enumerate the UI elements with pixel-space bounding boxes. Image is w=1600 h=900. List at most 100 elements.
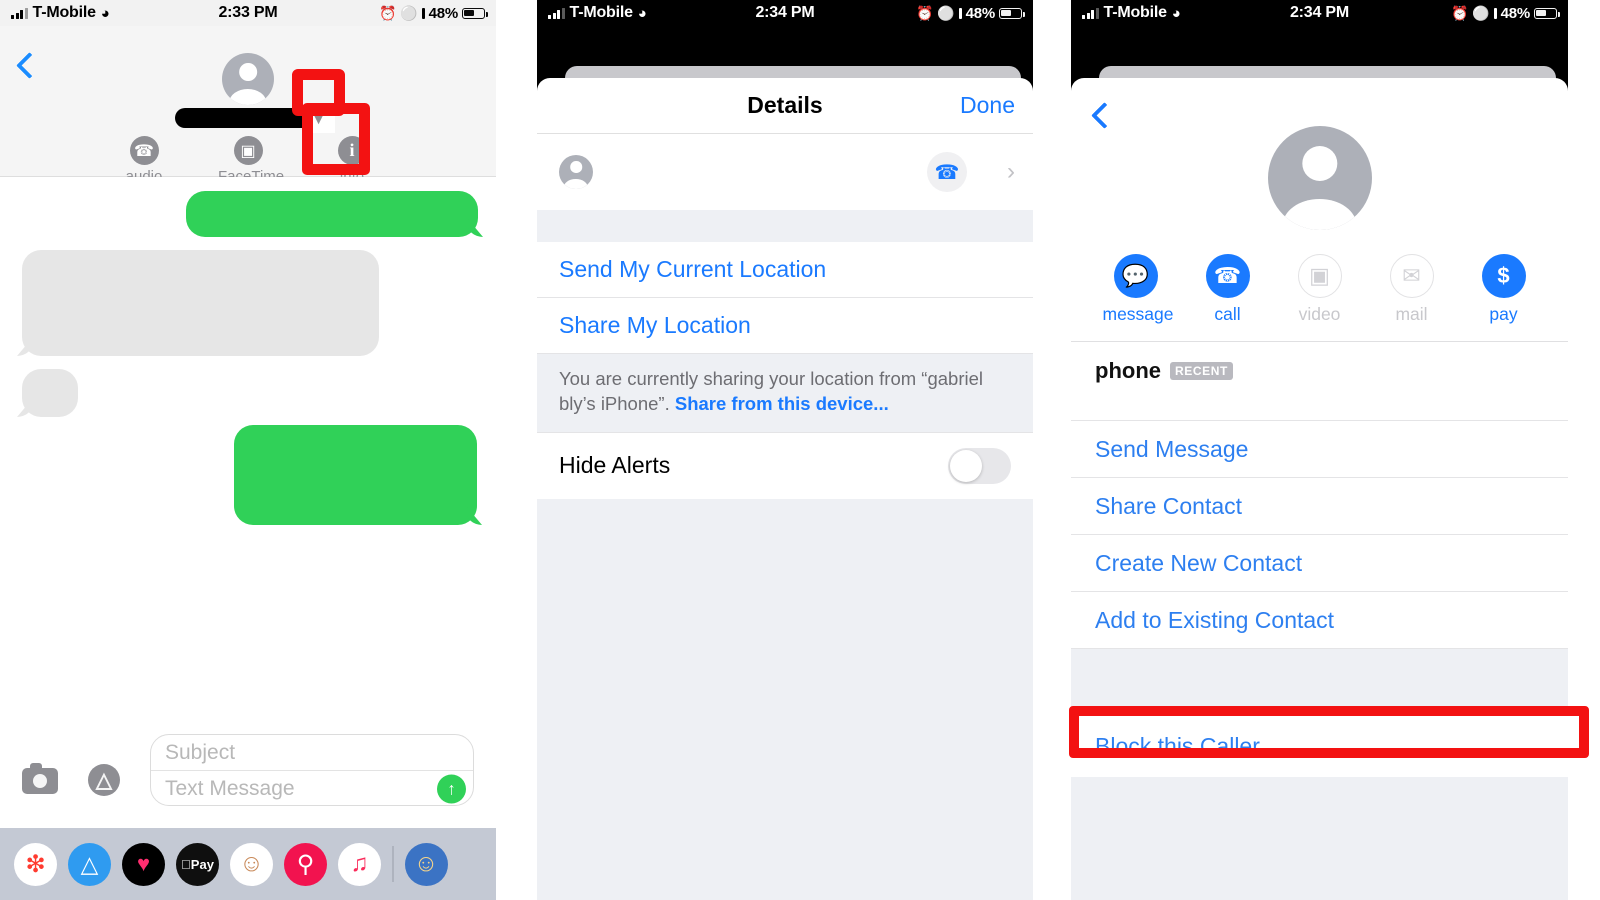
conversation-header: ▼ ☎ audio ▣ FaceTime i info (0, 26, 496, 185)
cellular-signal-icon (548, 7, 565, 19)
details-sheet: Details Done ☎ › Send My Current Locatio… (537, 78, 1033, 900)
quick-action-mail: ✉ mail (1379, 254, 1445, 325)
app-store-app-icon[interactable]: △ (68, 842, 111, 886)
phone-field-label: phone (1095, 358, 1161, 383)
phone-number-value (1095, 384, 1544, 410)
message-bubble-outgoing[interactable] (234, 425, 477, 525)
section-gap (1071, 649, 1568, 715)
audio-level-icon (1493, 7, 1497, 19)
photos-app-icon[interactable]: ❇ (14, 842, 57, 886)
alarm-clock-icon: ⏰ (1451, 5, 1469, 21)
text-message-input[interactable]: Text Message ↑ (151, 771, 473, 806)
message-bubble-incoming[interactable] (22, 369, 78, 417)
status-bar: T-Mobile ◕ 2:33 PM ⏰ ⚪ 48% (0, 0, 496, 26)
wifi-icon: ◕ (100, 4, 110, 22)
phone-panel-messages: T-Mobile ◕ 2:33 PM ⏰ ⚪ 48% ▼ ☎ audio (0, 0, 496, 900)
image-search-app-icon[interactable]: ⚲ (284, 842, 327, 886)
app-drawer-dock[interactable]: ❇ △ ♥ Pay ☺ ⚲ ♫ ☺ (0, 828, 496, 900)
quick-action-row: 💬 message ☎ call ▣ video ✉ mail $ pay (1071, 254, 1568, 342)
send-my-current-location[interactable]: Send My Current Location (537, 242, 1033, 298)
camera-icon[interactable] (22, 763, 58, 794)
done-button[interactable]: Done (960, 92, 1015, 119)
details-navbar: Details Done (537, 78, 1033, 134)
subject-input[interactable]: Subject (151, 735, 473, 771)
message-bubble-outgoing[interactable] (186, 191, 478, 237)
phone-icon: ☎ (129, 136, 159, 165)
contact-name-redacted (175, 108, 320, 128)
quick-action-video-label: video (1298, 304, 1341, 324)
phone-panel-contact-info: T-Mobile ◕ 2:34 PM ⏰ ⚪ 48% 💬 message ☎ c… (1071, 0, 1568, 900)
info-icon: i (337, 136, 367, 165)
phone-panel-details: T-Mobile ◕ 2:34 PM ⏰ ⚪ 48% Details Done (537, 0, 1033, 900)
avatar-app-icon[interactable]: ☺ (404, 842, 448, 886)
status-badge: RECENT (1170, 362, 1233, 380)
phone-icon[interactable]: ☎ (927, 152, 967, 192)
dock-divider (392, 846, 394, 882)
audio-level-icon (958, 7, 962, 19)
carrier-label: T-Mobile (569, 4, 633, 21)
cellular-signal-icon (1082, 7, 1099, 19)
quick-action-pay[interactable]: $ pay (1471, 254, 1537, 325)
sheet-filler (537, 498, 1033, 900)
chevron-right-icon[interactable]: › (1007, 158, 1015, 186)
headphones-icon: ⚪ (1472, 5, 1490, 21)
audio-level-icon (421, 7, 425, 19)
message-bubble-incoming[interactable] (22, 250, 379, 356)
location-sharing-note: You are currently sharing your location … (537, 354, 1033, 433)
contact-info-sheet: 💬 message ☎ call ▣ video ✉ mail $ pay ph… (1071, 78, 1568, 900)
memoji-app-icon[interactable]: ☺ (230, 842, 273, 886)
text-message-placeholder: Text Message (165, 776, 295, 800)
contact-avatar-icon (559, 155, 593, 189)
block-this-caller[interactable]: Block this Caller (1071, 715, 1568, 777)
app-store-icon[interactable]: △ (88, 764, 120, 796)
music-heart-app-icon[interactable]: ♥ (122, 842, 165, 886)
quick-action-call-label: call (1214, 304, 1241, 324)
quick-action-pay-label: pay (1489, 304, 1518, 324)
section-gap (537, 210, 1033, 242)
battery-percent: 48% (428, 4, 459, 22)
contact-avatar-icon (1267, 126, 1372, 230)
sheet-backdrop: 💬 message ☎ call ▣ video ✉ mail $ pay ph… (1071, 26, 1568, 900)
envelope-icon: ✉ (1389, 254, 1434, 298)
apple-pay-app-icon[interactable]: Pay (176, 842, 219, 886)
dollar-sign-icon: $ (1481, 254, 1526, 298)
hide-alerts-label: Hide Alerts (559, 452, 671, 479)
chevron-down-icon[interactable]: ▼ (302, 104, 335, 133)
video-camera-icon: ▣ (1297, 254, 1342, 298)
quick-action-call[interactable]: ☎ call (1195, 254, 1261, 325)
carrier-label: T-Mobile (32, 4, 96, 21)
details-contact-row[interactable]: ☎ › (537, 134, 1033, 210)
add-to-existing-contact[interactable]: Add to Existing Contact (1071, 592, 1568, 649)
quick-action-message-label: message (1102, 304, 1174, 324)
battery-percent: 48% (965, 4, 996, 22)
music-app-icon[interactable]: ♫ (338, 842, 381, 886)
status-bar: T-Mobile ◕ 2:34 PM ⏰ ⚪ 48% (537, 0, 1033, 26)
message-bubble-icon: 💬 (1113, 254, 1158, 298)
battery-percent: 48% (1500, 4, 1531, 22)
contact-avatar-icon[interactable] (222, 53, 274, 105)
wifi-icon: ◕ (1171, 4, 1181, 22)
share-contact[interactable]: Share Contact (1071, 478, 1568, 535)
phone-icon: ☎ (1205, 254, 1250, 298)
message-composer: △ Subject Text Message ↑ (0, 718, 496, 828)
sheet-filler (1071, 777, 1568, 900)
send-arrow-up-icon[interactable]: ↑ (437, 774, 466, 803)
send-message[interactable]: Send Message (1071, 421, 1568, 478)
screenshot-stage: T-Mobile ◕ 2:33 PM ⏰ ⚪ 48% ▼ ☎ audio (0, 0, 1600, 900)
cellular-signal-icon (11, 7, 28, 19)
alarm-clock-icon: ⏰ (379, 5, 397, 21)
battery-icon (462, 7, 488, 19)
quick-action-message[interactable]: 💬 message (1102, 254, 1174, 325)
hide-alerts-toggle[interactable] (948, 447, 1011, 484)
back-chevron-icon[interactable] (16, 52, 43, 79)
create-new-contact[interactable]: Create New Contact (1071, 535, 1568, 592)
quick-action-mail-label: mail (1395, 304, 1428, 324)
composer-input-group: Subject Text Message ↑ (150, 734, 474, 806)
phone-field-row[interactable]: phone RECENT (1071, 342, 1568, 421)
sheet-backdrop: Details Done ☎ › Send My Current Locatio… (537, 26, 1033, 900)
back-chevron-icon[interactable] (1091, 102, 1118, 129)
share-from-this-device-link[interactable]: Share from this device... (675, 393, 889, 414)
hide-alerts-row[interactable]: Hide Alerts (537, 433, 1033, 499)
message-list[interactable] (0, 177, 496, 737)
share-my-location[interactable]: Share My Location (537, 298, 1033, 354)
